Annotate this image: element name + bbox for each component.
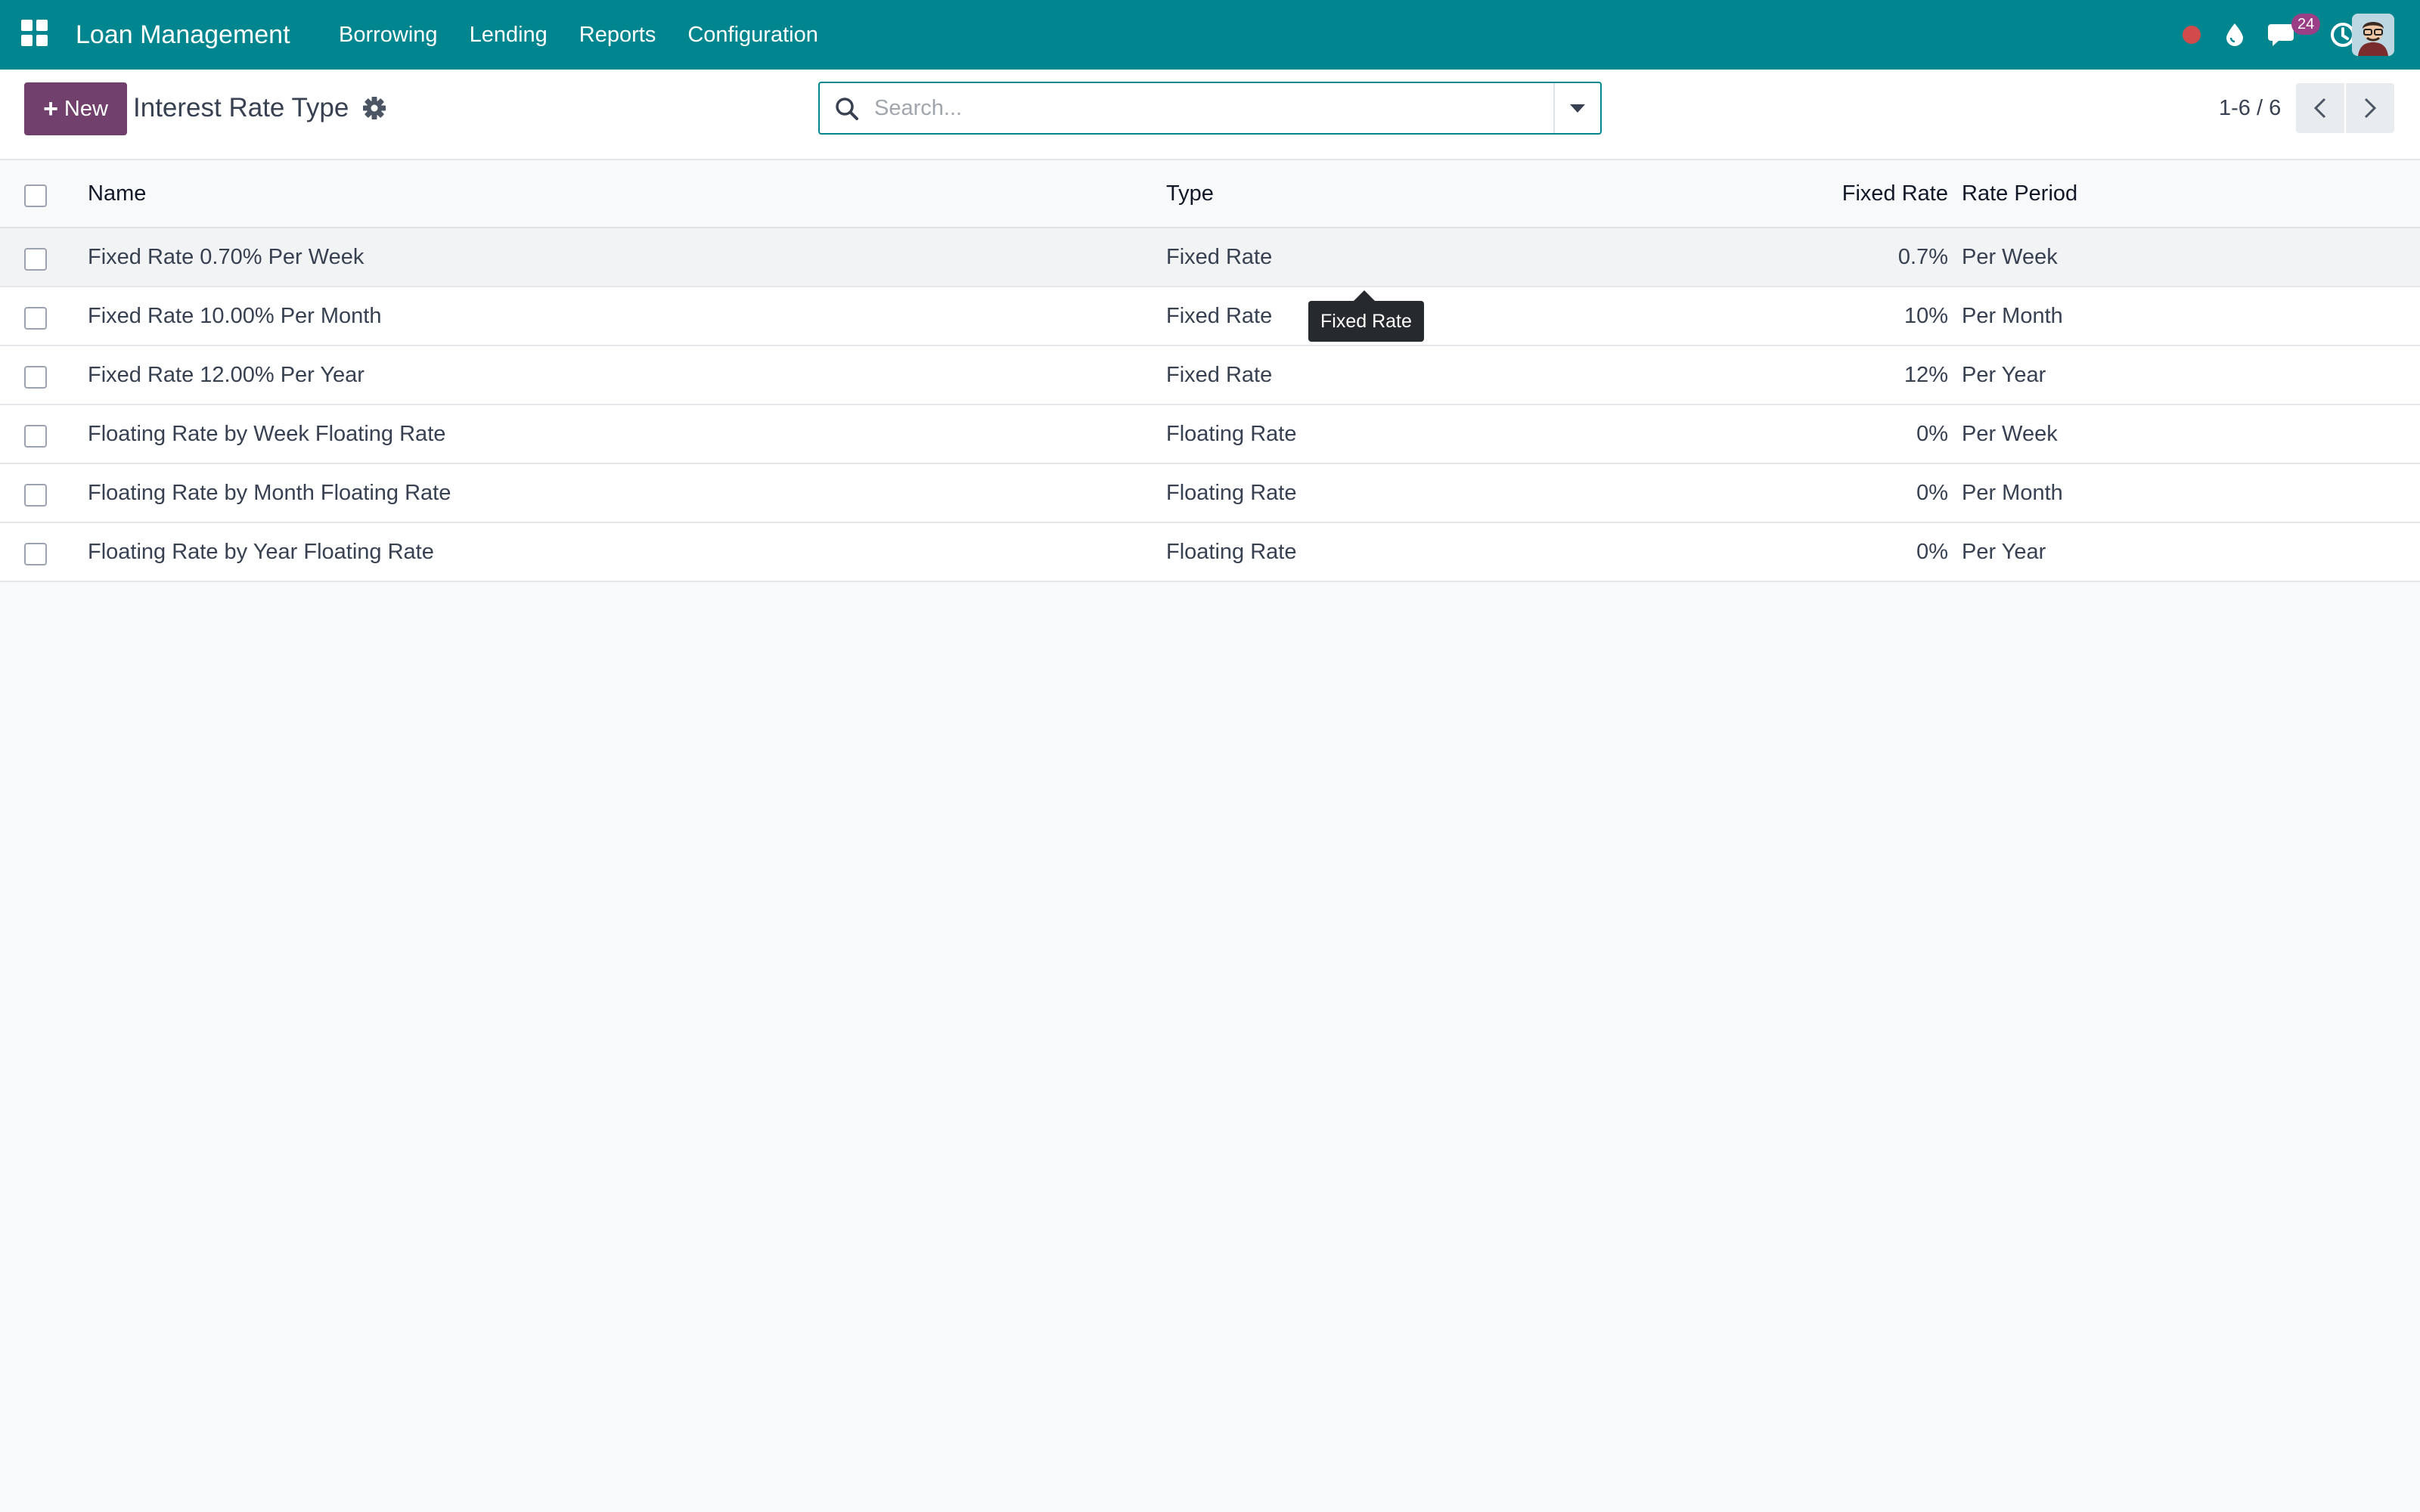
search-icon: [836, 98, 858, 120]
search-input[interactable]: [874, 89, 1525, 127]
pager-previous-button[interactable]: [2296, 83, 2344, 133]
pager-value[interactable]: 1-6 / 6: [2219, 89, 2281, 127]
gear-icon[interactable]: [361, 95, 387, 121]
row-select-cell: [24, 405, 54, 463]
pager-next-button[interactable]: [2346, 83, 2394, 133]
cell-rate-period: Per Week: [1962, 244, 2058, 269]
cell-rate-period: Per Year: [1962, 539, 2046, 564]
table-row[interactable]: Fixed Rate 0.70% Per Week Fixed Rate 0.7…: [0, 228, 2420, 287]
row-checkbox[interactable]: [24, 484, 47, 507]
table-row[interactable]: Floating Rate by Year Floating Rate Floa…: [0, 523, 2420, 582]
row-checkbox[interactable]: [24, 543, 47, 565]
cell-fixed-rate: 12%: [1903, 362, 1948, 387]
apps-grid-icon[interactable]: [21, 20, 48, 47]
row-select-cell: [24, 523, 54, 581]
cell-type: Floating Rate: [1166, 421, 1297, 446]
row-checkbox[interactable]: [24, 307, 47, 330]
row-select-cell: [24, 287, 54, 345]
row-select-cell: [24, 346, 54, 404]
app-brand[interactable]: Loan Management: [76, 17, 290, 53]
record-button[interactable]: [2176, 0, 2207, 70]
plus-icon: +: [43, 94, 58, 123]
cell-name: Fixed Rate 10.00% Per Month: [88, 303, 382, 328]
select-all-checkbox[interactable]: [24, 184, 47, 207]
table-row[interactable]: Fixed Rate 12.00% Per Year Fixed Rate 12…: [0, 346, 2420, 405]
chevron-right-icon: [2364, 98, 2377, 119]
row-checkbox[interactable]: [24, 248, 47, 271]
select-all-cell: [24, 160, 54, 227]
cell-name: Floating Rate by Year Floating Rate: [88, 539, 434, 564]
cell-rate-period: Per Month: [1962, 303, 2063, 328]
table-row[interactable]: Floating Rate by Week Floating Rate Floa…: [0, 405, 2420, 464]
cell-rate-period: Per Month: [1962, 480, 2063, 505]
cell-rate-period: Per Year: [1962, 362, 2046, 387]
search-box: [818, 82, 1602, 135]
cell-type: Floating Rate: [1166, 480, 1297, 505]
list-header: Name Type Fixed Rate Rate Period: [0, 160, 2420, 228]
messages-badge: 24: [2291, 14, 2321, 35]
cell-name: Floating Rate by Month Floating Rate: [88, 480, 451, 505]
search-options-toggle[interactable]: [1553, 83, 1600, 133]
user-avatar-icon: [2352, 14, 2394, 56]
column-header-type[interactable]: Type: [1166, 160, 1214, 227]
chevron-left-icon: [2313, 98, 2326, 119]
user-avatar[interactable]: [2352, 14, 2394, 56]
menu-item-borrowing[interactable]: Borrowing: [339, 17, 438, 53]
page-title: Interest Rate Type: [133, 93, 349, 122]
main-menu: Borrowing Lending Reports Configuration: [339, 17, 850, 53]
drop-icon: [2226, 23, 2243, 46]
cell-name: Fixed Rate 12.00% Per Year: [88, 362, 365, 387]
cell-fixed-rate: 0%: [1916, 421, 1948, 446]
table-row[interactable]: Fixed Rate 10.00% Per Month Fixed Rate 1…: [0, 287, 2420, 346]
menu-item-configuration[interactable]: Configuration: [687, 17, 818, 53]
caret-down-icon: [1570, 104, 1585, 113]
record-dot-icon: [2183, 26, 2201, 44]
menu-item-lending[interactable]: Lending: [470, 17, 548, 53]
new-button-label: New: [64, 96, 108, 121]
cell-type: Fixed Rate: [1166, 244, 1273, 269]
messages-button[interactable]: 24: [2264, 0, 2321, 70]
new-button[interactable]: + New: [24, 82, 127, 135]
column-header-fixed-rate[interactable]: Fixed Rate: [1664, 160, 1948, 227]
cell-rate-period: Per Week: [1962, 421, 2058, 446]
row-checkbox[interactable]: [24, 425, 47, 448]
cell-fixed-rate: 0%: [1916, 539, 1948, 564]
cell-fixed-rate: 10%: [1903, 303, 1948, 328]
cell-name: Floating Rate by Week Floating Rate: [88, 421, 446, 446]
menu-item-reports[interactable]: Reports: [579, 17, 656, 53]
cell-type: Floating Rate: [1166, 539, 1297, 564]
cell-type: Fixed Rate: [1166, 362, 1273, 387]
tooltip: Fixed Rate: [1308, 301, 1424, 342]
row-select-cell: [24, 228, 54, 286]
table-row[interactable]: Floating Rate by Month Floating Rate Flo…: [0, 464, 2420, 523]
cell-name: Fixed Rate 0.70% Per Week: [88, 244, 365, 269]
tooltip-arrow: [1354, 290, 1375, 301]
cell-fixed-rate: 0.7%: [1897, 244, 1948, 269]
cell-fixed-rate: 0%: [1916, 480, 1948, 505]
list-view: Name Type Fixed Rate Rate Period Fixed R…: [0, 160, 2420, 582]
cell-type: Fixed Rate: [1166, 303, 1273, 328]
row-select-cell: [24, 464, 54, 522]
top-navbar: Loan Management Borrowing Lending Report…: [0, 0, 2420, 70]
row-checkbox[interactable]: [24, 366, 47, 389]
theme-drop-button[interactable]: [2220, 0, 2250, 70]
control-panel: + New Interest Rate Type 1-6 / 6: [0, 70, 2420, 160]
column-header-rate-period[interactable]: Rate Period: [1962, 160, 2077, 227]
column-header-name[interactable]: Name: [88, 160, 146, 227]
